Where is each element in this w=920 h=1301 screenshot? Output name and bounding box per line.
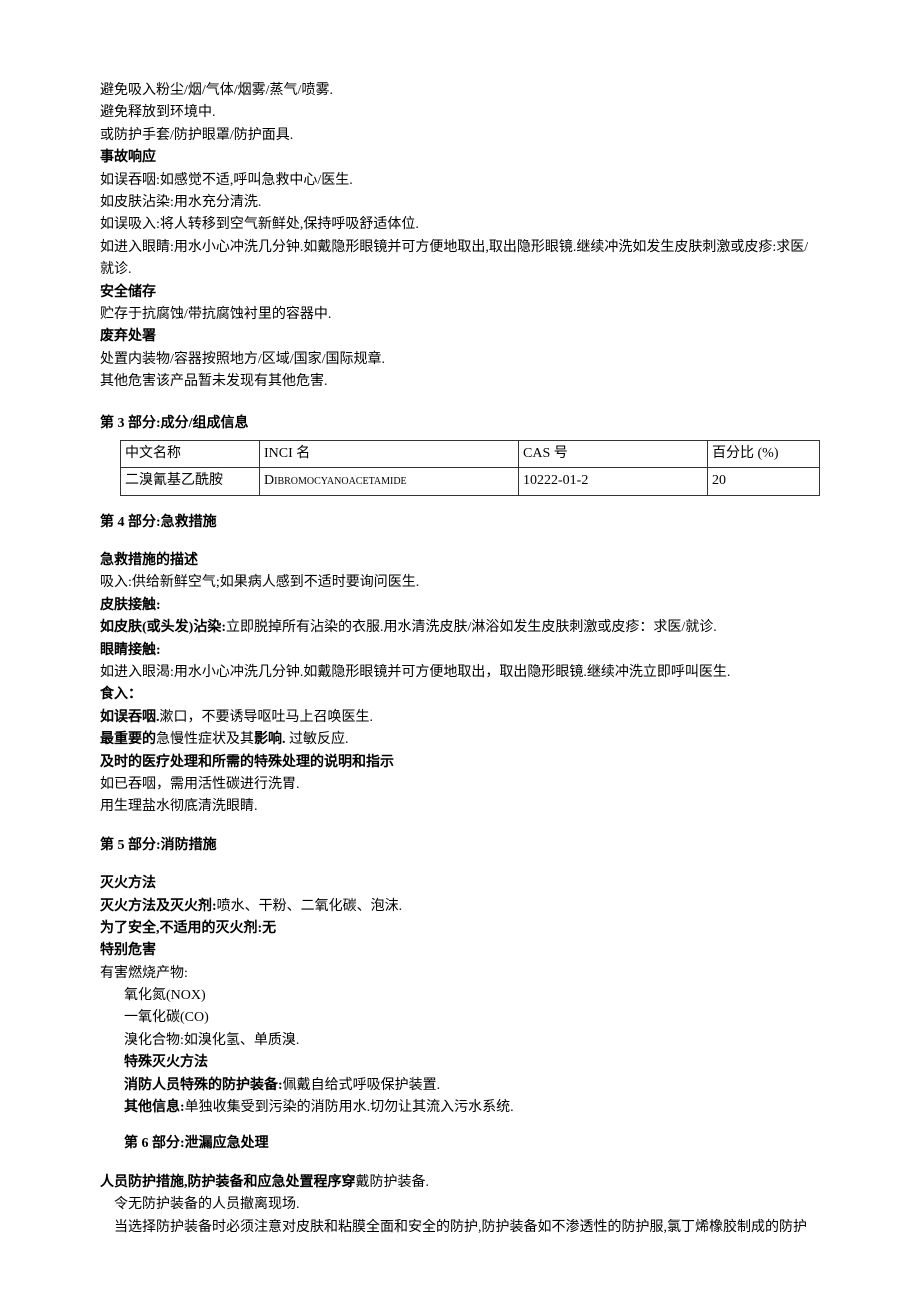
pp-prefix: 人员防护措施,防护装	[100, 1175, 230, 1190]
firefighter-equipment: 消防人员特殊的防护装备:佩戴自给式呼吸保护装置.	[100, 1075, 820, 1097]
ingest-prefix: 如误吞咽.	[100, 710, 160, 725]
other-info: 其他信息:单独收集受到污染的消防用水.切勿让其流入污水系统.	[100, 1097, 820, 1119]
intro-line-3: 或防护手套/防护眼罩/防护面具.	[100, 125, 820, 147]
disposal-title: 废弃处署	[100, 326, 820, 348]
firstaid-desc-title: 急救措施的描述	[100, 550, 820, 572]
hazard-item-1: 氧化氮(NOX)	[100, 985, 820, 1007]
accident-line-1: 如误吞咽:如感觉不适,呼叫急救中心/医生.	[100, 170, 820, 192]
s6-line-2: 当选择防护装备时必须注意对皮肤和粘膜全面和安全的防护,防护装备如不渗透性的防护服…	[100, 1217, 820, 1239]
th-cas: CAS 号	[519, 440, 708, 467]
ingest-line: 如误吞咽.漱口，不要诱导呕吐马上召唤医生.	[100, 707, 820, 729]
accident-line-4: 如进入眼睛:用水小心冲洗几分钟.如戴隐形眼镜并可方便地取出,取出隐形眼镜.继续冲…	[100, 237, 820, 282]
special-fire-method: 特殊灭火方法	[100, 1052, 820, 1074]
treatment-m2: 殊处理的说明和指示	[268, 755, 394, 770]
table-header-row: 中文名称 INCI 名 CAS 号 百分比 (%)	[121, 440, 820, 467]
treatment-line-1: 如已吞咽，需用活性碳进行洗胃.	[100, 774, 820, 796]
treatment-m1: 医疗处理和所	[142, 755, 226, 770]
unsuitable-rest: 灭火剂:无	[216, 921, 277, 936]
other-prefix: 其他信息:	[124, 1100, 185, 1115]
personnel-protect-line: 人员防护措施,防护装备和应急处置程序穿戴防护装备.	[100, 1172, 820, 1194]
td-cn-name: 二溴氰基乙酰胺	[121, 468, 260, 495]
unsuitable-mid: 安全,不适用的	[128, 921, 216, 936]
treatment-title: 及时的医疗处理和所需的特殊处理的说明和指示	[100, 752, 820, 774]
s6-line-1: 令无防护装备的人员撤离现场.	[100, 1194, 820, 1216]
safe-storage-line: 贮存于抗腐蚀/带抗腐蚀衬里的容器中.	[100, 304, 820, 326]
hazard-line: 有害燃烧产物:	[100, 963, 820, 985]
hazard-item-3: 溴化合物:如溴化氢、单质溴.	[100, 1030, 820, 1052]
ingest-rest: 漱口，不要诱导呕吐马上召唤医生.	[160, 710, 374, 725]
skin-contact-line: 如皮肤(或头发)沾染:立即脱掉所有沾染的衣服.用水清洗皮肤/淋浴如发生皮肤刺激或…	[100, 617, 820, 639]
accident-response-title: 事故响应	[100, 147, 820, 169]
pp-rest: 戴防护装备.	[356, 1175, 430, 1190]
safe-storage-title: 安全储存	[100, 282, 820, 304]
intro-line-2: 避免释放到环境中.	[100, 102, 820, 124]
section3-title: 第 3 部分:成分/组成信息	[100, 413, 820, 435]
equip-prefix: 消防人员特殊的	[124, 1078, 222, 1093]
eye-contact-line: 如进入眼渴:用水小心冲洗几分钟.如戴隐形眼镜并可方便地取出，取出隐形眼镜.继续冲…	[100, 662, 820, 684]
composition-table: 中文名称 INCI 名 CAS 号 百分比 (%) 二溴氰基乙酰胺 Dibrom…	[120, 440, 820, 496]
th-percent: 百分比 (%)	[708, 440, 820, 467]
symptoms-m1: 急慢性症状及其	[156, 732, 254, 747]
disposal-line-1: 处置内装物/容器按照地方/区域/国家/国际规章.	[100, 349, 820, 371]
skin-contact-title: 皮肤接触:	[100, 595, 820, 617]
fire-method-prefix: 灭火方法及灭火剂:	[100, 899, 217, 914]
hazard-item-2: 一氧化碳(CO)	[100, 1007, 820, 1029]
special-hazard-title: 特别危害	[100, 940, 820, 962]
unsuitable-prefix: 为了	[100, 921, 128, 936]
equip-mid: 防护装备:	[222, 1078, 283, 1093]
other-rest: 单独收集受到污染的消防用水.切勿让其流入污水系统.	[185, 1100, 514, 1115]
th-inci: INCI 名	[260, 440, 519, 467]
symptoms-b1: 最重要的	[100, 732, 156, 747]
ingest-title: 食入：	[100, 684, 820, 706]
skin-rest: 立即脱掉所有沾染的衣服.用水清洗皮肤/淋浴如发生皮肤刺激或皮疹：求医/就诊.	[226, 620, 717, 635]
fire-method-line: 灭火方法及灭火剂:喷水、干粉、二氧化碳、泡沫.	[100, 896, 820, 918]
fire-method-title: 灭火方法	[100, 873, 820, 895]
td-cas: 10222-01-2	[519, 468, 708, 495]
fire-method-rest: 喷水、干粉、二氧化碳、泡沫.	[217, 899, 403, 914]
td-inci: Dibromocyanoacetamide	[260, 468, 519, 495]
td-percent: 20	[708, 468, 820, 495]
unsuitable-line: 为了安全,不适用的灭火剂:无	[100, 918, 820, 940]
table-row: 二溴氰基乙酰胺 Dibromocyanoacetamide 10222-01-2…	[121, 468, 820, 495]
eye-contact-title: 眼睛接触:	[100, 640, 820, 662]
section4-title: 第 4 部分:急救措施	[100, 512, 820, 534]
intro-line-1: 避免吸入粉尘/烟/气体/烟雾/蒸气/喷雾.	[100, 80, 820, 102]
pp-mid: 备和应急处置程序穿	[230, 1175, 356, 1190]
disposal-line-2: 其他危害该产品暂未发现有其他危害.	[100, 371, 820, 393]
equip-rest: 佩戴自给式呼吸保护装置.	[283, 1078, 441, 1093]
inhalation-line: 吸入:供给新鲜空气;如果病人感到不适时要询问医生.	[100, 572, 820, 594]
symptoms-end: 过敏反应.	[286, 732, 349, 747]
treatment-b2: 需的特	[226, 755, 268, 770]
th-cn-name: 中文名称	[121, 440, 260, 467]
section5-title: 第 5 部分:消防措施	[100, 835, 820, 857]
skin-prefix: 如皮肤(或头发)沾染:	[100, 620, 226, 635]
accident-line-3: 如误吸入:将人转移到空气新鲜处,保持呼吸舒适体位.	[100, 214, 820, 236]
section6-title: 第 6 部分:泄漏应急处理	[100, 1133, 820, 1155]
accident-line-2: 如皮肤沾染:用水充分清洗.	[100, 192, 820, 214]
symptoms-b2: 影响.	[254, 732, 286, 747]
treatment-line-2: 用生理盐水彻底清洗眼睛.	[100, 796, 820, 818]
symptoms-line: 最重要的急慢性症状及其影响. 过敏反应.	[100, 729, 820, 751]
treatment-p1: 及时的	[100, 755, 142, 770]
